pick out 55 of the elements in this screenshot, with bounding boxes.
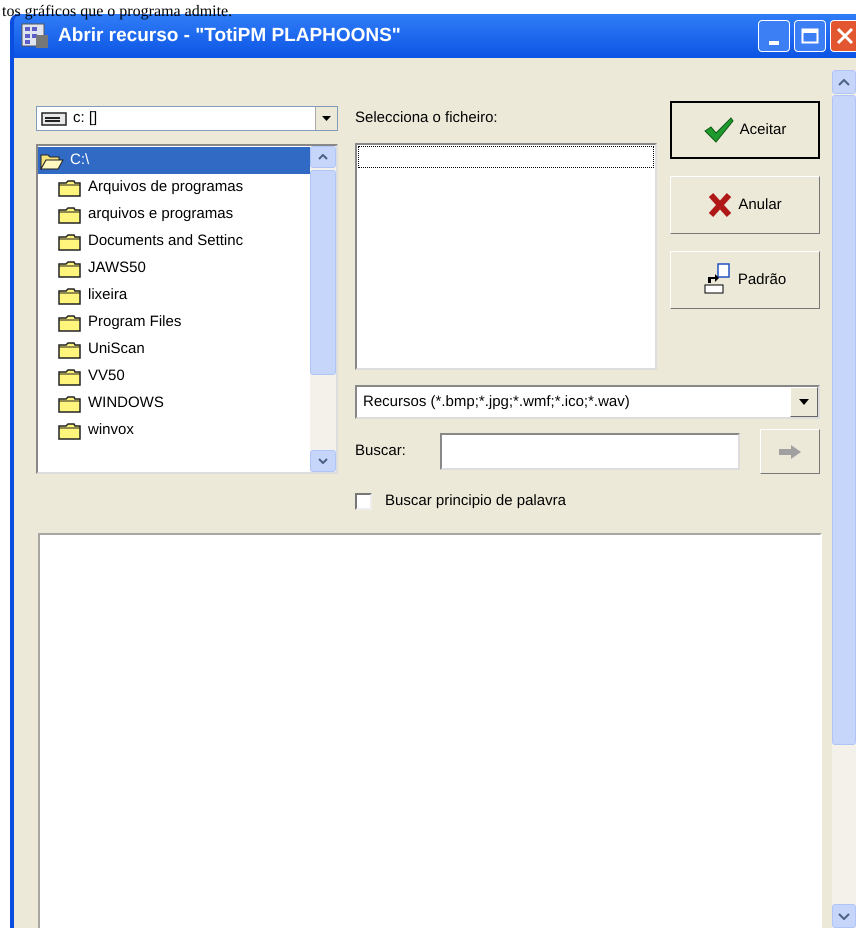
drive-dropdown[interactable]: c: [] <box>36 106 338 131</box>
folder-item[interactable]: Arquivos de programas <box>38 174 310 201</box>
folder-icon <box>58 260 82 278</box>
scroll-thumb[interactable] <box>310 170 336 375</box>
scroll-thumb[interactable] <box>832 95 856 745</box>
folder-icon <box>58 340 82 358</box>
checkbox[interactable] <box>355 492 372 510</box>
folder-item[interactable]: JAWS50 <box>38 255 310 282</box>
folder-icon <box>58 286 82 304</box>
scroll-up-button[interactable] <box>832 70 856 94</box>
open-folder-icon <box>40 152 64 170</box>
close-button[interactable] <box>830 20 856 52</box>
folder-item[interactable]: arquivos e programas <box>38 201 310 228</box>
filter-dropdown[interactable]: Recursos (*.bmp;*.jpg;*.wmf;*.ico;*.wav) <box>355 385 820 419</box>
minimize-icon <box>769 41 779 45</box>
window-title: Abrir recurso - "TotiPM PLAPHOONS" <box>58 24 401 48</box>
arrow-right-icon <box>779 444 801 458</box>
caret-icon <box>799 399 809 405</box>
scroll-down-button[interactable] <box>832 904 856 928</box>
folder-icon <box>58 394 82 412</box>
grid-app-icon <box>20 21 50 51</box>
x-icon <box>708 192 732 218</box>
folder-item[interactable]: winvox <box>38 417 310 444</box>
folder-item[interactable]: WINDOWS <box>38 390 310 417</box>
folder-icon <box>58 178 82 196</box>
checkbox-label: Buscar principio de palavra <box>385 491 566 511</box>
folder-item[interactable]: Program Files <box>38 309 310 336</box>
maximize-icon <box>801 28 819 44</box>
folder-icon <box>58 422 82 440</box>
folder-item[interactable]: Documents and Settinc <box>38 228 310 255</box>
check-icon <box>704 117 734 143</box>
maximize-button[interactable] <box>794 20 826 52</box>
folder-icon <box>58 232 82 250</box>
close-icon <box>836 27 854 45</box>
folder-icon <box>58 368 82 386</box>
folder-item[interactable]: UniScan <box>38 336 310 363</box>
minimize-button[interactable] <box>758 20 790 52</box>
scroll-down-button[interactable] <box>310 450 336 472</box>
dialog-button[interactable]: Anular <box>670 176 820 234</box>
drive-icon <box>41 112 67 126</box>
search-label: Buscar: <box>355 441 406 462</box>
file-list-label: Selecciona o ficheiro: <box>355 109 499 127</box>
folder-item[interactable]: C:\ <box>38 147 310 174</box>
drive-value: c: [] <box>73 108 98 128</box>
folder-icon <box>58 206 82 224</box>
dialog-button[interactable]: Padrão <box>670 251 820 309</box>
dialog-button[interactable]: Aceitar <box>670 101 820 159</box>
folder-item[interactable]: VV50 <box>38 363 310 390</box>
folder-icon <box>58 314 82 332</box>
caret-icon <box>322 116 331 121</box>
scroll-up-button[interactable] <box>310 146 336 168</box>
filter-value: Recursos (*.bmp;*.jpg;*.wmf;*.ico;*.wav) <box>363 392 630 412</box>
search-field[interactable] <box>440 433 740 470</box>
folder-item[interactable]: lixeira <box>38 282 310 309</box>
dropdown-button[interactable] <box>315 107 337 130</box>
